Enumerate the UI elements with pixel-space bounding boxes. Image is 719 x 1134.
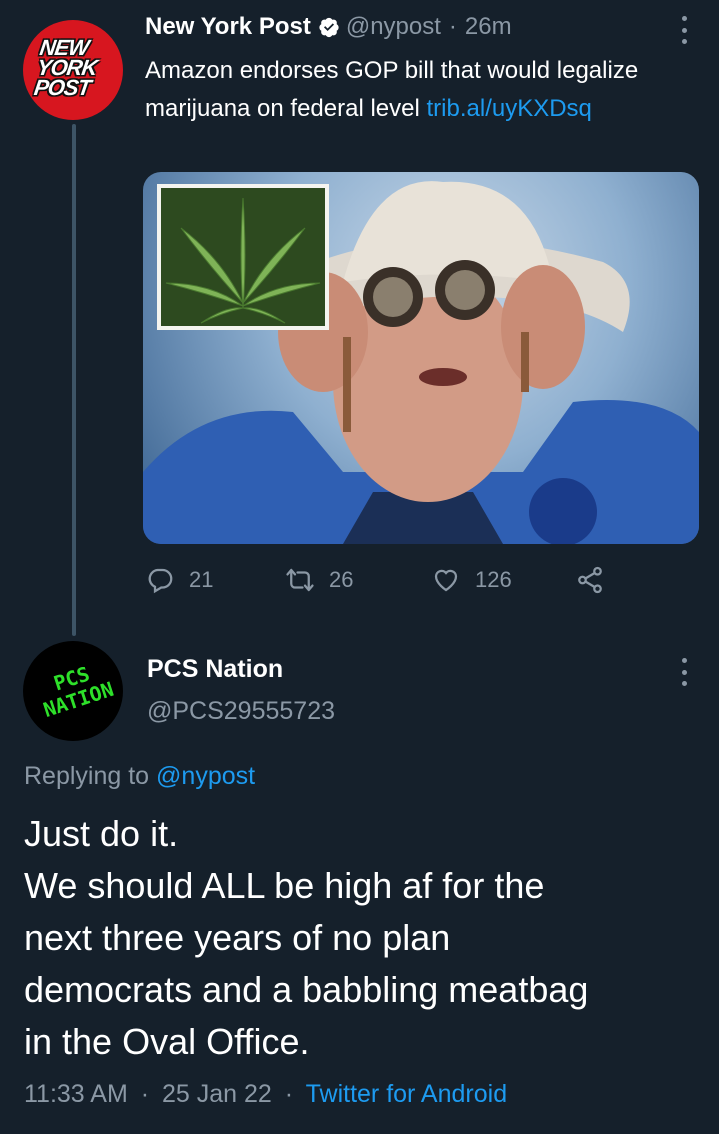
reply-time[interactable]: 11:33 AM [24,1080,128,1108]
retweet-action[interactable]: 26 [285,562,353,598]
reply-meta: 11:33 AM · 25 Jan 22 · Twitter for Andro… [24,1080,507,1109]
reply-line: We should ALL be high af for the [24,865,545,906]
author-handle[interactable]: @nypost [346,13,441,41]
more-options-icon[interactable] [680,16,688,44]
cannabis-inset-image [157,184,329,330]
nypost-logo: NEW YORK POST [32,35,99,100]
retweet-count: 26 [329,567,354,592]
share-icon [578,566,602,594]
reply-text: Just do it. We should ALL be high af for… [24,808,704,1068]
cannabis-leaf-icon [161,188,325,326]
tweet-media-image[interactable] [143,172,699,544]
tweet-time[interactable]: 26m [465,13,512,41]
tweet-actions: 21 26 126 [145,562,625,598]
reply-more-options-icon[interactable] [680,658,688,686]
reply-author-name[interactable]: PCS Nation [147,655,283,684]
like-action[interactable]: 126 [431,562,512,598]
author-name[interactable]: New York Post [145,13,311,41]
thread-line [72,124,76,636]
reply-line: democrats and a babbling meatbag [24,969,589,1010]
reply-count: 21 [189,567,214,592]
reply-action[interactable]: 21 [145,562,213,598]
like-count: 126 [475,567,512,592]
retweet-icon [286,568,314,592]
reply-date[interactable]: 25 Jan 22 [162,1080,272,1108]
reply-source[interactable]: Twitter for Android [306,1080,507,1108]
meta-separator: · [140,1080,150,1108]
heart-icon [434,569,458,592]
replying-to-handle[interactable]: @nypost [156,762,255,790]
nypost-avatar[interactable]: NEW YORK POST [23,20,123,120]
replying-prefix: Replying to [24,762,157,790]
reply-icon [148,568,173,594]
pcs-nation-avatar[interactable]: PCS NATION [23,641,123,741]
share-action[interactable] [575,562,605,598]
replying-to: Replying to @nypost [24,762,255,791]
reply-line: next three years of no plan [24,917,451,958]
tweet-header: New York Post @nypost · 26m [145,13,512,41]
reply-line: Just do it. [24,813,179,854]
tweet-text: Amazon endorses GOP bill that would lega… [145,52,685,128]
pcs-nation-logo: PCS NATION [40,661,117,723]
reply-line: in the Oval Office. [24,1021,310,1062]
verified-badge-icon [318,16,340,38]
tweet-link[interactable]: trib.al/uyKXDsq [427,95,592,122]
reply-author-handle[interactable]: @PCS29555723 [147,697,335,726]
header-separator: · [448,13,457,40]
meta-separator: · [284,1080,294,1108]
